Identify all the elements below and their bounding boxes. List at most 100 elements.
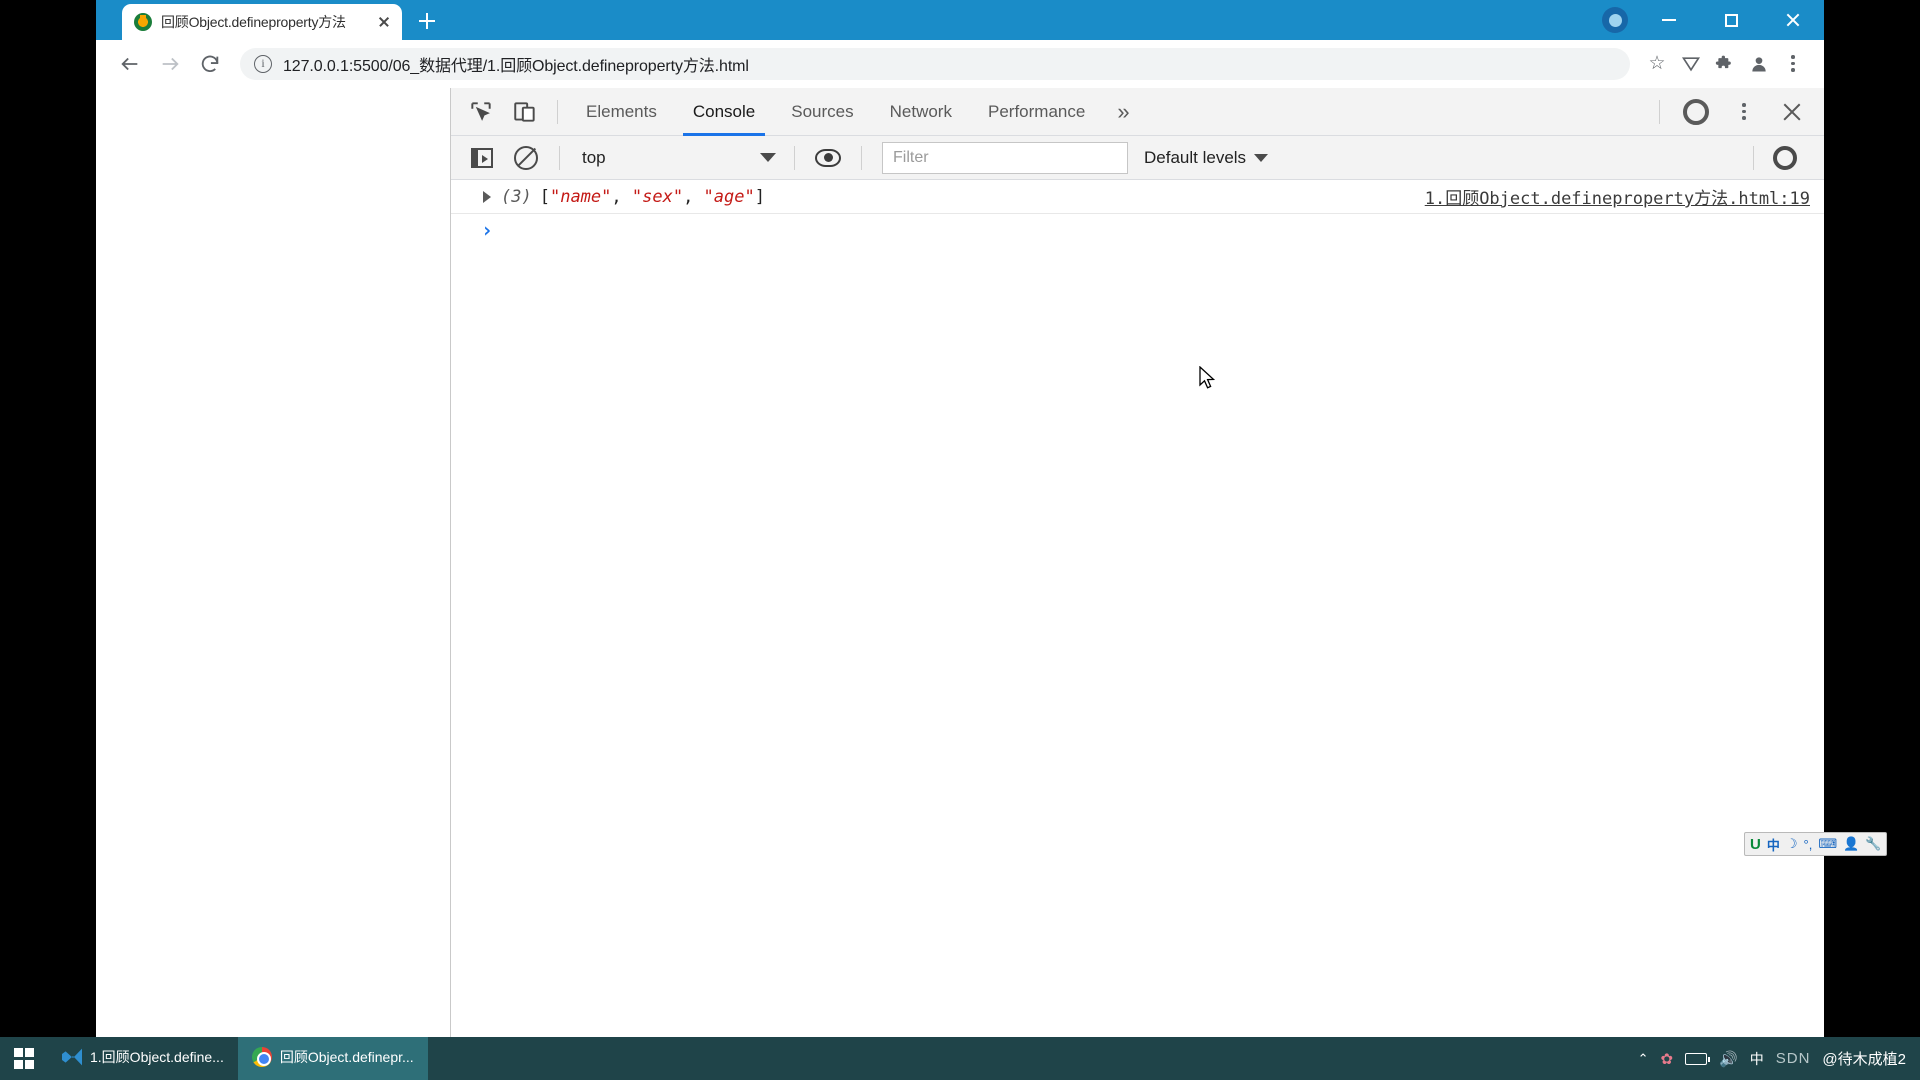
ime-keyboard-icon[interactable]: ⌨ — [1818, 836, 1837, 852]
close-window-button[interactable] — [1762, 0, 1824, 40]
watermark-username: @待木成植2 — [1822, 1051, 1906, 1068]
system-tray: ⌃ ✿ 🔊 中 SDN @待木成植2 — [1638, 1048, 1920, 1069]
ime-moon-icon[interactable]: ☽ — [1786, 836, 1798, 852]
console-source-link[interactable]: 1.回顾Object.defineproperty方法.html:19 — [1425, 184, 1810, 209]
url-text: 127.0.0.1:5500/06_数据代理/1.回顾Object.define… — [283, 57, 749, 75]
frame-left — [0, 0, 96, 1037]
tab-sources[interactable]: Sources — [773, 88, 871, 136]
tab-elements-label: Elements — [586, 101, 657, 121]
taskbar-item-vscode-label: 1.回顾Object.define... — [90, 1049, 224, 1065]
page-viewport — [96, 88, 451, 1037]
ime-person-icon[interactable]: 👤 — [1843, 836, 1859, 852]
devtools-more-options-icon[interactable] — [1722, 92, 1766, 132]
array-item-0: "name" — [549, 186, 612, 207]
log-levels-select[interactable]: Default levels — [1144, 147, 1269, 168]
tray-ime-icon[interactable]: 中 — [1750, 1049, 1764, 1069]
live-expression-eye-icon[interactable] — [807, 141, 849, 175]
console-sidebar-toggle-icon[interactable] — [461, 141, 503, 175]
separator-0: , — [611, 186, 632, 207]
vscode-icon — [62, 1048, 82, 1066]
console-output[interactable]: (3) ["name", "sex", "age"] 1.回顾Object.de… — [451, 180, 1824, 1037]
close-bracket: ] — [754, 186, 765, 207]
tab-performance-label: Performance — [987, 101, 1086, 121]
filter-divider-3 — [861, 145, 862, 170]
forward-button[interactable] — [150, 44, 190, 84]
toggle-device-toolbar-icon[interactable] — [503, 92, 547, 132]
tab-sources-label: Sources — [791, 101, 854, 121]
minimize-button[interactable] — [1638, 0, 1700, 40]
tab-console[interactable]: Console — [675, 88, 773, 136]
new-tab-button[interactable] — [410, 4, 444, 38]
battery-icon[interactable] — [1685, 1052, 1711, 1065]
reload-button[interactable] — [190, 44, 230, 84]
filter-input[interactable] — [882, 141, 1128, 174]
chrome-window: 回顾Object.defineproperty方法 i 127.0.0.1:55… — [96, 0, 1888, 1037]
open-bracket: [ — [539, 186, 550, 207]
right-divider — [1659, 99, 1660, 124]
inspect-element-icon[interactable] — [459, 92, 503, 132]
console-filter-right — [1743, 141, 1814, 175]
extensions-puzzle-icon[interactable] — [1708, 44, 1742, 84]
console-message-row[interactable]: (3) ["name", "sex", "age"] 1.回顾Object.de… — [451, 180, 1824, 214]
start-button[interactable] — [0, 1037, 48, 1080]
window-controls — [1602, 0, 1824, 40]
tray-expand-chevron-icon[interactable]: ⌃ — [1638, 1051, 1649, 1067]
console-settings-gear-icon[interactable] — [1764, 141, 1806, 175]
console-prompt-row[interactable]: › — [451, 214, 1824, 246]
devtools-tabs: Elements Console Sources Network Perform… — [568, 88, 1144, 136]
console-filter-bar: top Default levels — [451, 136, 1824, 180]
devtools-settings-gear-icon[interactable] — [1674, 92, 1718, 132]
extension-v-icon[interactable] — [1674, 44, 1708, 84]
taskbar-item-chrome[interactable]: 回顾Object.definepr... — [237, 1037, 428, 1080]
ime-floating-bar[interactable]: U 中 ☽ °, ⌨ 👤 🔧 — [1744, 832, 1888, 856]
site-info-icon[interactable]: i — [254, 54, 272, 73]
tab-title: 回顾Object.defineproperty方法 — [161, 14, 346, 30]
array-item-2: "age" — [703, 186, 755, 207]
ime-logo-icon: U — [1750, 835, 1761, 853]
profile-avatar-icon[interactable] — [1742, 44, 1776, 84]
maximize-button[interactable] — [1700, 0, 1762, 40]
browser-toolbar: i 127.0.0.1:5500/06_数据代理/1.回顾Object.defi… — [96, 40, 1824, 88]
devtools-tabbar: Elements Console Sources Network Perform… — [451, 88, 1824, 136]
array-item-1: "sex" — [631, 186, 684, 207]
prompt-caret-icon: › — [481, 218, 494, 242]
taskbar: 1.回顾Object.define... 回顾Object.definepr..… — [0, 1037, 1920, 1080]
separator-1: , — [683, 186, 704, 207]
frame-right — [1824, 0, 1920, 1037]
windows-logo-icon — [13, 1048, 35, 1069]
tray-flower-icon[interactable]: ✿ — [1660, 1050, 1673, 1068]
execution-context-select[interactable]: top — [572, 143, 782, 173]
bookmark-star-icon[interactable]: ☆ — [1640, 44, 1674, 84]
tab-strip: 回顾Object.defineproperty方法 — [96, 0, 1824, 40]
ime-tools-icon[interactable]: 🔧 — [1865, 836, 1881, 852]
filter-divider-2 — [794, 145, 795, 170]
taskbar-item-vscode[interactable]: 1.回顾Object.define... — [48, 1037, 238, 1080]
devtools-close-icon[interactable] — [1770, 92, 1814, 132]
console-message-text: ["name", "sex", "age"] — [540, 187, 765, 207]
expand-arrow-icon[interactable] — [483, 190, 491, 203]
browser-tab[interactable]: 回顾Object.defineproperty方法 — [122, 4, 402, 40]
tab-performance[interactable]: Performance — [970, 88, 1103, 136]
toolbar-divider — [557, 99, 558, 124]
tab-network[interactable]: Network — [872, 88, 970, 136]
close-tab-icon[interactable] — [374, 12, 394, 32]
chevron-down-icon — [1254, 153, 1269, 162]
back-button[interactable] — [110, 44, 150, 84]
browser-menu-icon[interactable] — [1776, 44, 1810, 84]
console-scrollbar[interactable] — [1810, 180, 1824, 1037]
mouse-cursor — [1199, 365, 1217, 392]
ubuntu-circle-icon — [134, 13, 152, 31]
filter-divider-1 — [559, 145, 560, 170]
ime-punctuation-icon[interactable]: °, — [1804, 837, 1813, 852]
log-levels-label: Default levels — [1144, 147, 1247, 167]
devtools-tabbar-right — [1649, 92, 1824, 132]
page-area: Elements Console Sources Network Perform… — [96, 88, 1824, 1037]
tab-network-label: Network — [889, 101, 952, 121]
more-tabs-chevron-icon[interactable]: » — [1103, 88, 1143, 136]
clear-console-icon[interactable] — [505, 141, 547, 175]
address-bar[interactable]: i 127.0.0.1:5500/06_数据代理/1.回顾Object.defi… — [240, 47, 1630, 80]
window-profile-icon[interactable] — [1602, 7, 1628, 33]
tab-elements[interactable]: Elements — [568, 88, 675, 136]
ime-mode-icon[interactable]: 中 — [1767, 835, 1780, 854]
volume-icon[interactable]: 🔊 — [1719, 1050, 1738, 1068]
